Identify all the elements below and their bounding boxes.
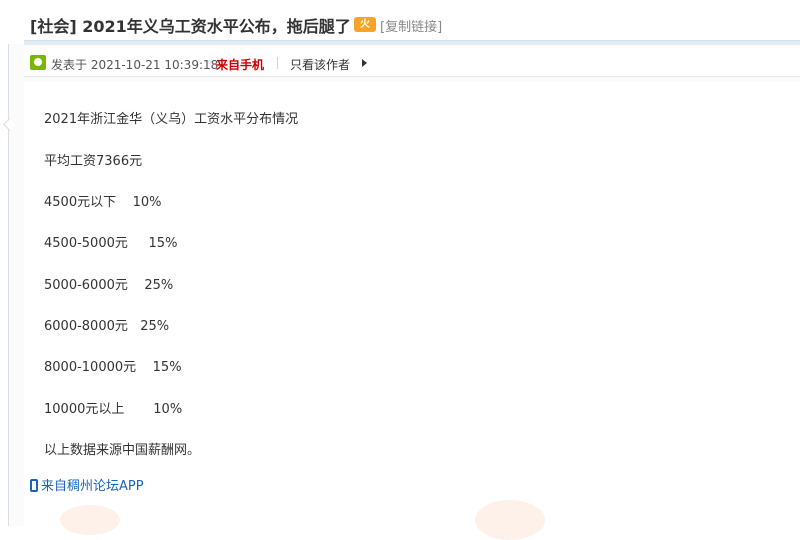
arrow-right-icon[interactable] [362, 59, 367, 67]
phone-icon [30, 479, 38, 492]
app-source-link[interactable]: 来自稠州论坛APP [30, 475, 144, 494]
title-bar: [社会] 2021年义乌工资水平公布，拖后腿了 火 [复制链接] [0, 0, 800, 40]
content-line: 4500元以下 10% [44, 195, 162, 210]
copy-link-button[interactable]: [复制链接] [380, 16, 442, 35]
content-line: 4500-5000元 15% [44, 236, 178, 251]
post-content [24, 82, 800, 526]
content-line: 以上数据来源中国薪酬网。 [44, 443, 201, 458]
meta-divider [277, 57, 278, 69]
author-only-link[interactable]: 只看该作者 [290, 56, 350, 73]
hot-badge-icon: 火 [354, 17, 376, 32]
watermark-decoration [475, 500, 545, 540]
post-time: 发表于 2021-10-21 10:39:18 [51, 58, 219, 72]
watermark-decoration [60, 505, 120, 535]
content-line: 10000元以上 10% [44, 402, 183, 417]
content-line: 6000-8000元 25% [44, 319, 170, 334]
content-line: 平均工资7366元 [44, 154, 143, 169]
title-divider [24, 40, 800, 45]
from-mobile-label: 来自手机 [216, 58, 265, 72]
user-icon [30, 55, 46, 70]
app-source-label[interactable]: 来自稠州论坛APP [41, 479, 144, 494]
content-line: 8000-10000元 15% [44, 360, 182, 375]
content-line: 5000-6000元 25% [44, 278, 174, 293]
content-line: 2021年浙江金华（义乌）工资水平分布情况 [44, 112, 299, 127]
post-left-border [8, 44, 9, 526]
post-title: [社会] 2021年义乌工资水平公布，拖后腿了 [30, 17, 351, 36]
